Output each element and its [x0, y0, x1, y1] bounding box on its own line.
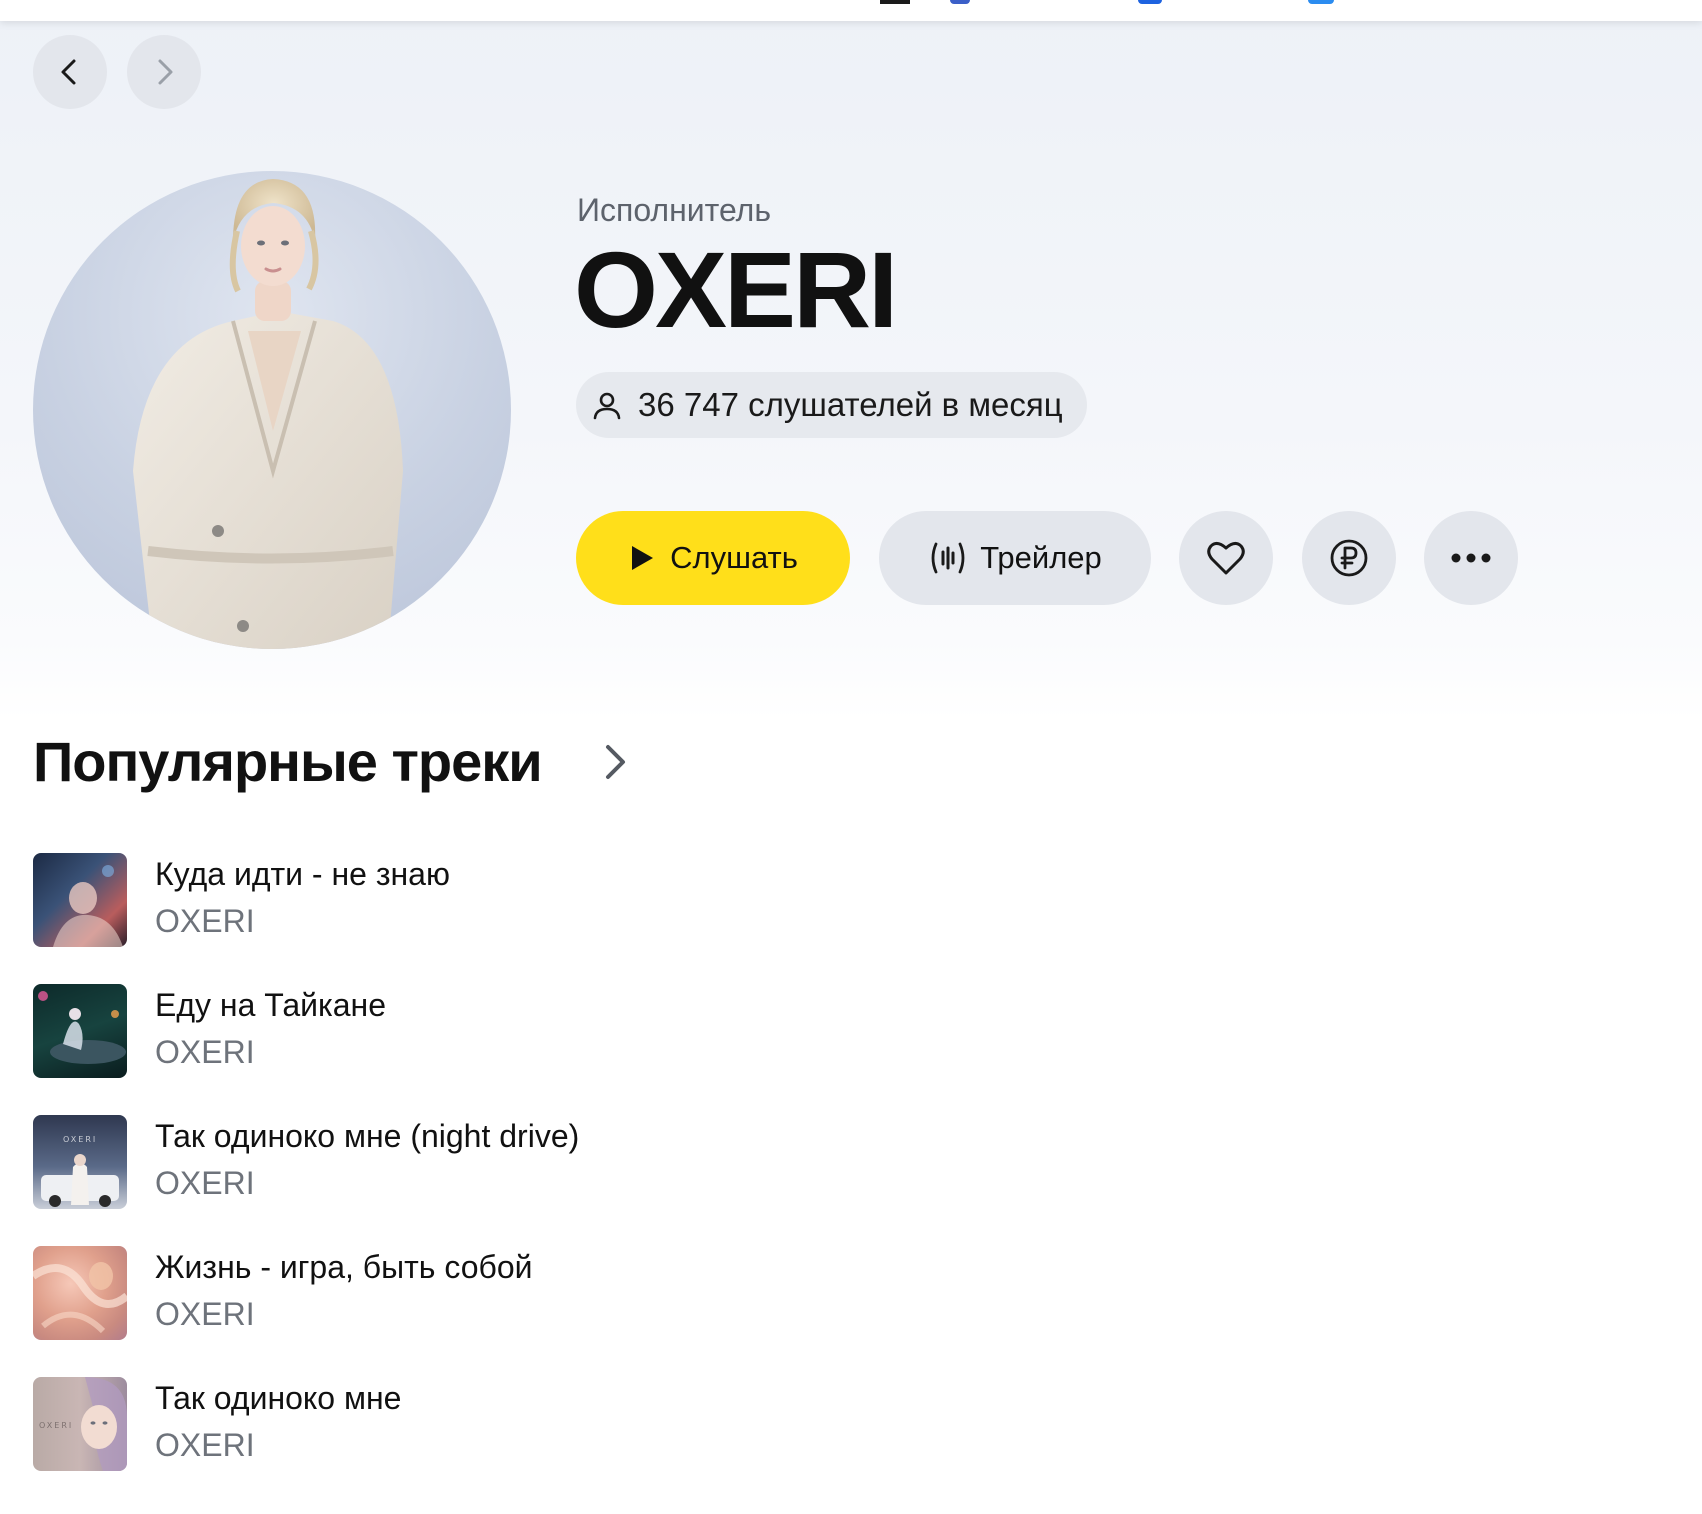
- monthly-listeners-badge: 36 747 слушателей в месяц: [576, 372, 1087, 438]
- track-artist[interactable]: OXERI: [155, 903, 255, 940]
- track-artist[interactable]: OXERI: [155, 1165, 255, 1202]
- track-row[interactable]: OXERI Так одиноко мне OXERI: [33, 1377, 933, 1471]
- track-cover[interactable]: OXERI: [33, 1377, 127, 1471]
- track-cover[interactable]: OXERI: [33, 1115, 127, 1209]
- more-options-button[interactable]: [1424, 511, 1518, 605]
- track-row[interactable]: Куда идти - не знаю OXERI: [33, 853, 933, 947]
- artist-page: Исполнитель OXERI 36 747 слушателей в ме…: [0, 0, 1702, 1514]
- toolbar-fragment: [880, 0, 910, 4]
- back-button[interactable]: [33, 35, 107, 109]
- track-title[interactable]: Еду на Тайкане: [155, 987, 386, 1024]
- track-cover[interactable]: [33, 853, 127, 947]
- chevron-right-icon: [149, 57, 179, 87]
- track-artist[interactable]: OXERI: [155, 1427, 255, 1464]
- like-button[interactable]: [1179, 511, 1273, 605]
- chevron-right-icon[interactable]: [596, 740, 636, 784]
- ellipsis-icon: [1450, 552, 1492, 564]
- toolbar-fragment: [950, 0, 970, 4]
- donate-button[interactable]: [1302, 511, 1396, 605]
- track-row[interactable]: Еду на Тайкане OXERI: [33, 984, 933, 1078]
- trailer-button[interactable]: Трейлер: [879, 511, 1151, 605]
- track-title[interactable]: Жизнь - игра, быть собой: [155, 1249, 533, 1286]
- track-title[interactable]: Так одиноко мне (night drive): [155, 1118, 579, 1155]
- track-cover[interactable]: [33, 1246, 127, 1340]
- popular-tracks-heading[interactable]: Популярные треки: [33, 727, 543, 797]
- person-icon: [590, 388, 624, 422]
- artist-photo: [33, 171, 511, 649]
- track-row[interactable]: OXERI Так одиноко мне (night drive) OXER…: [33, 1115, 933, 1209]
- artist-name: OXERI: [574, 229, 898, 350]
- play-icon: [628, 543, 656, 573]
- popular-tracks-list: Куда идти - не знаю OXERI Еду на Тайкане…: [33, 853, 933, 1508]
- forward-button[interactable]: [127, 35, 201, 109]
- artist-type-label: Исполнитель: [577, 192, 772, 228]
- heart-icon: [1206, 540, 1246, 576]
- toolbar-fragment: [1138, 0, 1162, 4]
- track-title[interactable]: Так одиноко мне: [155, 1380, 401, 1417]
- track-row[interactable]: Жизнь - игра, быть собой OXERI: [33, 1246, 933, 1340]
- monthly-listeners-text: 36 747 слушателей в месяц: [638, 386, 1063, 423]
- browser-toolbar-edge: [0, 0, 1702, 21]
- track-artist[interactable]: OXERI: [155, 1296, 255, 1333]
- track-artist[interactable]: OXERI: [155, 1034, 255, 1071]
- track-cover[interactable]: [33, 984, 127, 1078]
- track-title[interactable]: Куда идти - не знаю: [155, 856, 450, 893]
- listen-button[interactable]: Слушать: [576, 511, 850, 605]
- trailer-button-label: Трейлер: [980, 540, 1102, 575]
- chevron-left-icon: [55, 57, 85, 87]
- audio-wave-icon: [928, 540, 968, 576]
- listen-button-label: Слушать: [670, 540, 798, 575]
- ruble-icon: [1329, 538, 1369, 578]
- toolbar-fragment: [1308, 0, 1334, 4]
